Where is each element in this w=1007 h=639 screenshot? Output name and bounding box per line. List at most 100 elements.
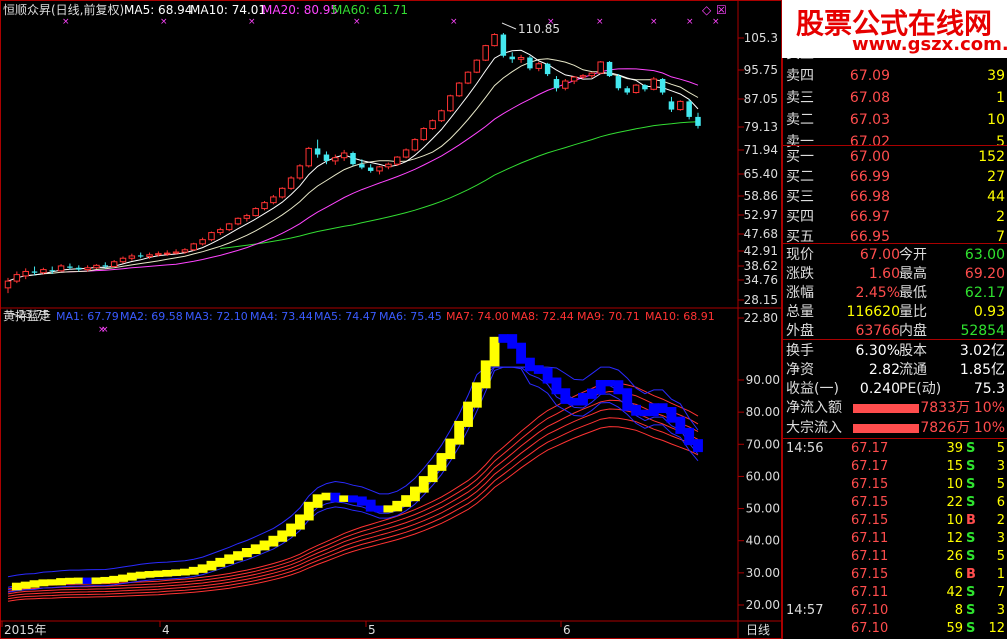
ribbon-segment bbox=[47, 579, 58, 586]
ribbon-segment bbox=[188, 566, 199, 575]
stat-value: 69.20 bbox=[964, 266, 1005, 282]
candle-body bbox=[181, 249, 189, 253]
stat-value: 0.240 bbox=[859, 381, 900, 397]
ribbon-segment bbox=[180, 568, 190, 576]
tick-volume: 10 bbox=[946, 477, 963, 492]
ribbon-segment bbox=[65, 577, 75, 585]
period-label[interactable]: 日线 bbox=[746, 623, 770, 637]
ribbon-segment bbox=[595, 380, 606, 395]
ind-tick-label: 30.00 bbox=[746, 566, 780, 580]
tick-count: 2 bbox=[996, 513, 1005, 528]
stat-label: 外盘 bbox=[786, 323, 814, 339]
candle-body bbox=[464, 71, 472, 84]
candle-body bbox=[146, 254, 153, 258]
ribbon-segment bbox=[100, 576, 111, 584]
tick-volume: 12 bbox=[946, 531, 963, 546]
price-tick-label: 58.86 bbox=[744, 189, 778, 203]
bid-qty: 27 bbox=[987, 169, 1005, 185]
bid-qty: 152 bbox=[978, 149, 1005, 165]
tick-row: 67.11 12 S 3 bbox=[783, 529, 1007, 549]
ribbon-segment bbox=[463, 401, 473, 427]
bid-qty: 7 bbox=[996, 229, 1005, 245]
tick-side: S bbox=[966, 531, 976, 546]
ribbon-segment bbox=[613, 380, 624, 395]
candle-body bbox=[110, 261, 118, 268]
stat-label: 最低 bbox=[899, 285, 927, 301]
stat-label: 量比 bbox=[899, 304, 927, 320]
bid-row: 买五 66.95 7 bbox=[783, 227, 1007, 247]
ribbon-segment bbox=[109, 575, 120, 583]
ribbon-segment bbox=[507, 334, 518, 349]
tick-time: 14:57 bbox=[786, 603, 824, 618]
stat-value: 52854 bbox=[960, 323, 1005, 339]
ribbon-segment bbox=[330, 492, 341, 502]
candle-body bbox=[340, 152, 348, 159]
ind-tick-label: 80.00 bbox=[746, 405, 780, 419]
ribbon-segment bbox=[489, 336, 500, 367]
header-ma-label: MA10: 74.01 bbox=[190, 3, 266, 17]
ask-row: 卖三 67.08 1 bbox=[783, 88, 1007, 108]
indicator-ma-label: MA9: 70.71 bbox=[577, 310, 640, 323]
candle-body bbox=[22, 270, 29, 277]
ribbon-segment bbox=[684, 427, 695, 446]
ind-tick-label: 50.00 bbox=[746, 502, 780, 516]
bid-price: 66.98 bbox=[849, 189, 890, 205]
bid-qty: 2 bbox=[996, 209, 1005, 225]
tick-side: B bbox=[966, 567, 976, 582]
candle-body bbox=[350, 152, 356, 165]
indicator-ma-label: MA1: 67.79 bbox=[56, 310, 119, 323]
stat-value: 116620 bbox=[846, 304, 900, 320]
close-icon[interactable]: ☒ bbox=[716, 3, 727, 17]
ind-tick-label: 90.00 bbox=[746, 373, 780, 387]
candle-body bbox=[642, 85, 648, 90]
indicator-ma-label: MA6: 75.45 bbox=[379, 310, 442, 323]
bid-row: 买二 66.99 27 bbox=[783, 167, 1007, 187]
stat-value: 2.45% bbox=[855, 285, 900, 301]
tick-volume: 10 bbox=[946, 513, 963, 528]
price-tick-label: 28.15 bbox=[744, 293, 778, 307]
kline-chart-area[interactable]: 恒顺众昇(日线,前复权) MA5: 68.94MA10: 74.01MA20: … bbox=[0, 0, 782, 639]
candle-body bbox=[376, 166, 383, 172]
stat-value: 6.30% bbox=[855, 343, 900, 359]
candle-body bbox=[49, 270, 55, 272]
stat-value: 63766 bbox=[855, 323, 900, 339]
tick-count: 1 bbox=[996, 567, 1005, 582]
tick-price: 67.15 bbox=[851, 495, 889, 510]
stat-label: 内盘 bbox=[899, 323, 927, 339]
ribbon-segment bbox=[471, 382, 482, 408]
bid-label: 买二 bbox=[786, 169, 814, 185]
ribbon-segment bbox=[533, 365, 544, 374]
ask-price: 67.08 bbox=[849, 90, 890, 106]
bid-label: 买一 bbox=[786, 149, 814, 165]
ribbon-segment bbox=[693, 439, 703, 453]
indicator-ma-label: MA10: 68.91 bbox=[645, 310, 715, 323]
ribbon-segment bbox=[631, 404, 641, 416]
candle-body bbox=[509, 56, 515, 60]
bid-qty: 44 bbox=[987, 189, 1005, 205]
tick-row: 67.15 6 B 1 bbox=[783, 565, 1007, 585]
candle-body bbox=[544, 63, 551, 75]
ribbon-segment bbox=[268, 535, 279, 547]
diamond-icon[interactable]: ◇ bbox=[702, 3, 712, 17]
candle-body bbox=[677, 100, 684, 111]
ind-tick-label: 60.00 bbox=[746, 469, 780, 483]
stat-row: 涨幅 2.45% 最低 62.17 bbox=[783, 283, 1007, 303]
candle-body bbox=[270, 196, 277, 204]
price-axis: 105.3 95.75 87.05 79.13 71.94 65.40 58.86 52.97… bbox=[738, 31, 778, 325]
candle-body bbox=[31, 271, 38, 273]
indicator-ma-label: MA8: 72.44 bbox=[511, 310, 574, 323]
price-tick-label: 52.97 bbox=[744, 208, 778, 222]
price-tick-label: 71.94 bbox=[744, 143, 778, 157]
ribbon-segment bbox=[126, 572, 137, 581]
indicator-ma-label: MA2: 69.58 bbox=[120, 310, 183, 323]
candle-body bbox=[650, 78, 658, 90]
tick-row: 67.10 59 S 12 bbox=[783, 619, 1007, 639]
header-ma-label: MA20: 80.95 bbox=[262, 3, 338, 17]
tick-count: 3 bbox=[996, 603, 1005, 618]
candle-body bbox=[367, 167, 374, 171]
tick-count: 12 bbox=[988, 621, 1005, 636]
ribbon-segment bbox=[657, 403, 668, 413]
ribbon-segment bbox=[295, 514, 305, 530]
ribbon-segment bbox=[648, 403, 659, 417]
ribbon-segment bbox=[675, 416, 686, 434]
